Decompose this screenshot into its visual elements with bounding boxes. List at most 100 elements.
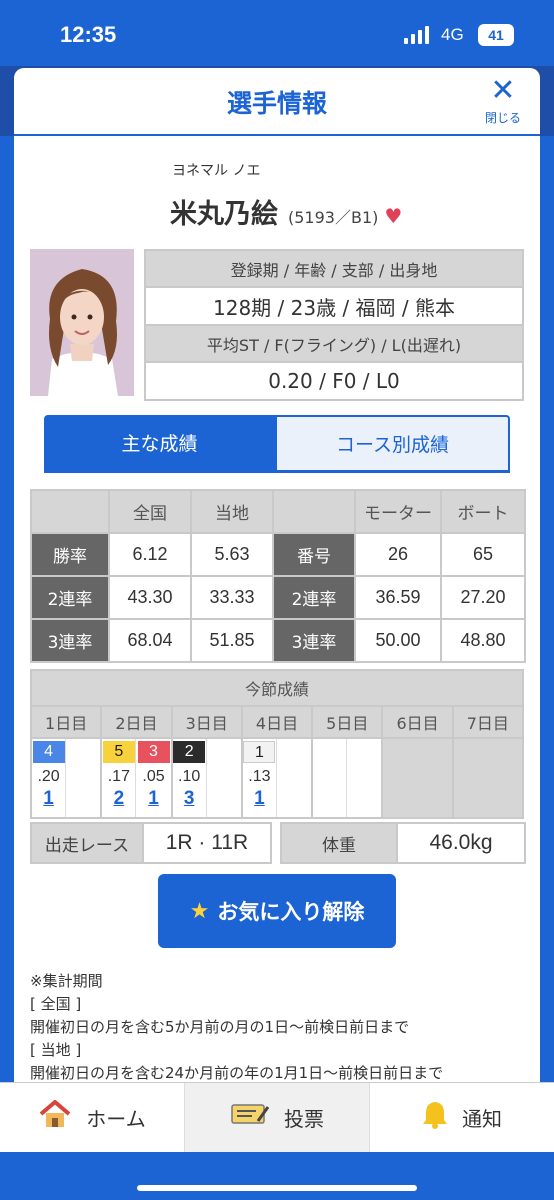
motor-row-label: 3連率 bbox=[272, 618, 356, 663]
day-header: 3日目 bbox=[170, 705, 243, 739]
nav-vote-label: 投票 bbox=[284, 1107, 324, 1131]
ticket-icon bbox=[230, 1101, 270, 1134]
aggregation-notes: ※集計期間 [ 全国 ] 開催初日の月を含む5か月前の月の1日～前検日前日まで … bbox=[30, 970, 530, 1085]
close-label: 閉じる bbox=[484, 111, 521, 125]
modal-header: 選手情報 ✕ 閉じる bbox=[14, 68, 540, 136]
races-label: 出走レース bbox=[30, 822, 144, 864]
boat-value: 48.80 bbox=[440, 618, 526, 663]
national-value: 68.04 bbox=[108, 618, 192, 663]
lane-badge: 1 bbox=[243, 741, 276, 763]
empty-race-slot bbox=[277, 739, 311, 817]
racer-kana: ヨネマル ノエ bbox=[172, 163, 261, 179]
tab-course-results[interactable]: コース別成績 bbox=[275, 415, 510, 470]
misc-info-table: 出走レース 1R · 11R 体重 46.0kg bbox=[30, 822, 526, 864]
day-7-races bbox=[451, 737, 525, 819]
day-header: 6日目 bbox=[381, 705, 454, 739]
day-1-races: 4 .20 1 bbox=[29, 737, 103, 819]
profile-header-2: 平均ST / F(フライング) / L(出遅れ) bbox=[144, 324, 524, 363]
weight-value: 46.0kg bbox=[396, 822, 526, 864]
day-header: 1日目 bbox=[29, 705, 103, 739]
motor-value: 36.59 bbox=[354, 575, 442, 620]
profile-value-1: 128期 / 23歳 / 福岡 / 熊本 bbox=[144, 286, 524, 326]
finish-rank-link[interactable]: 3 bbox=[184, 788, 195, 810]
home-indicator bbox=[0, 1152, 554, 1200]
row-label: 3連率 bbox=[30, 618, 110, 663]
empty-race-slot bbox=[313, 739, 348, 817]
weight-label: 体重 bbox=[280, 822, 398, 864]
heart-icon[interactable]: ♥ bbox=[384, 204, 402, 228]
remove-favorite-label: お気に入り解除 bbox=[217, 900, 365, 924]
empty-race-slot bbox=[347, 739, 381, 817]
stats-table: 全国 当地 モーター ボート 勝率 6.12 5.63 番号 26 65 2連率… bbox=[30, 489, 526, 663]
finish-rank-link[interactable]: 1 bbox=[148, 788, 159, 810]
network-type: 4G bbox=[441, 25, 464, 44]
lane-badge: 2 bbox=[173, 741, 206, 763]
national-value: 6.12 bbox=[108, 532, 192, 577]
nav-notify-label: 通知 bbox=[462, 1107, 502, 1131]
profile-table: 登録期 / 年齢 / 支部 / 出身地 128期 / 23歳 / 福岡 / 熊本… bbox=[144, 249, 524, 401]
day-header: 5日目 bbox=[311, 705, 384, 739]
race-entry: 2 .10 3 bbox=[173, 739, 207, 817]
status-time: 12:35 bbox=[60, 22, 117, 47]
finish-rank-link[interactable]: 1 bbox=[43, 788, 54, 810]
local-value: 51.85 bbox=[190, 618, 274, 663]
notes-line: [ 当地 ] bbox=[30, 1041, 82, 1059]
signal-icon bbox=[404, 26, 429, 44]
result-tabs: 主な成績 コース別成績 bbox=[44, 415, 510, 473]
start-timing: .20 bbox=[37, 768, 60, 785]
remove-favorite-button[interactable]: ★ お気に入り解除 bbox=[158, 874, 396, 948]
nav-home[interactable]: ホーム bbox=[0, 1083, 185, 1152]
race-entry: 3 .05 1 bbox=[136, 739, 170, 817]
stats-header-boat: ボート bbox=[440, 489, 526, 534]
table-row: 2連率 43.30 33.33 2連率 36.59 27.20 bbox=[30, 575, 526, 620]
motor-value: 26 bbox=[354, 532, 442, 577]
empty-race-slot bbox=[66, 739, 100, 817]
status-bar: 12:35 4G 41 bbox=[0, 0, 554, 66]
local-value: 33.33 bbox=[190, 575, 274, 620]
racer-info-modal: 選手情報 ✕ 閉じる ヨネマル ノエ 米丸乃絵 (5193／B1) ♥ 登録期 … bbox=[14, 68, 540, 1088]
race-entry: 5 .17 2 bbox=[102, 739, 137, 817]
stats-header-local: 当地 bbox=[190, 489, 274, 534]
bell-icon bbox=[422, 1099, 448, 1136]
session-results-table: 今節成績 1日目 2日目 3日目 4日目 5日目 6日目 7日目 4 .20 1 bbox=[29, 669, 525, 819]
home-icon bbox=[38, 1099, 72, 1136]
row-label: 勝率 bbox=[30, 532, 110, 577]
day-4-races: 1 .13 1 bbox=[240, 737, 314, 819]
row-label: 2連率 bbox=[30, 575, 110, 620]
close-button[interactable]: ✕ 閉じる bbox=[480, 76, 526, 130]
lane-badge: 5 bbox=[102, 741, 135, 763]
notes-line: 開催初日の月を含む5か月前の月の1日～前検日前日まで bbox=[30, 1018, 410, 1036]
tab-main-results[interactable]: 主な成績 bbox=[44, 415, 275, 470]
day-header: 2日目 bbox=[100, 705, 173, 739]
boat-value: 65 bbox=[440, 532, 526, 577]
nav-notify[interactable]: 通知 bbox=[370, 1083, 554, 1152]
start-timing: .10 bbox=[178, 768, 201, 785]
stats-corner-2 bbox=[272, 489, 356, 534]
day-5-races bbox=[311, 737, 384, 819]
table-row: 勝率 6.12 5.63 番号 26 65 bbox=[30, 532, 526, 577]
racer-photo bbox=[30, 249, 134, 396]
lane-badge: 4 bbox=[32, 741, 65, 763]
start-timing: .13 bbox=[248, 768, 271, 785]
nav-vote[interactable]: 投票 bbox=[185, 1083, 370, 1152]
bottom-navigation: ホーム 投票 通知 bbox=[0, 1082, 554, 1152]
race-entry: 1 .13 1 bbox=[243, 739, 278, 817]
table-row: 3連率 68.04 51.85 3連率 50.00 48.80 bbox=[30, 618, 526, 663]
boat-value: 27.20 bbox=[440, 575, 526, 620]
finish-rank-link[interactable]: 2 bbox=[114, 788, 125, 810]
notes-line: [ 全国 ] bbox=[30, 995, 82, 1013]
racer-name-line: 米丸乃絵 (5193／B1) ♥ bbox=[170, 192, 402, 231]
session-title: 今節成績 bbox=[30, 669, 524, 707]
day-header: 4日目 bbox=[240, 705, 314, 739]
race-entry: 4 .20 1 bbox=[32, 739, 67, 817]
profile-value-2: 0.20 / F0 / L0 bbox=[144, 361, 524, 401]
notes-line: ※集計期間 bbox=[30, 972, 103, 990]
start-timing: .17 bbox=[107, 768, 130, 785]
star-icon: ★ bbox=[189, 898, 210, 924]
empty-race-slot bbox=[207, 739, 241, 817]
finish-rank-link[interactable]: 1 bbox=[254, 788, 265, 810]
profile-header-1: 登録期 / 年齢 / 支部 / 出身地 bbox=[144, 249, 524, 288]
stats-header-national: 全国 bbox=[108, 489, 192, 534]
national-value: 43.30 bbox=[108, 575, 192, 620]
races-value: 1R · 11R bbox=[142, 822, 272, 864]
